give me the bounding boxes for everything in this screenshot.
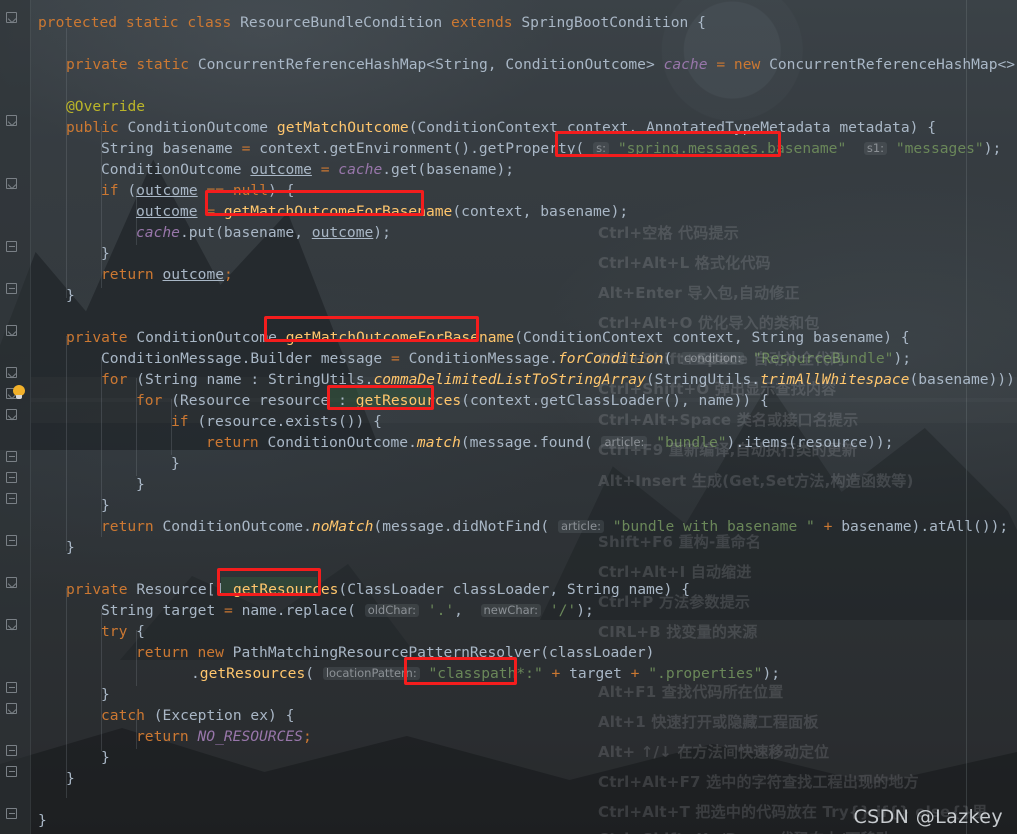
shortcut-hint-line: Ctrl+空格 代码提示 <box>598 224 739 242</box>
code-line[interactable]: } <box>66 535 75 561</box>
code-line[interactable]: } <box>38 808 47 834</box>
code-line[interactable]: return NO_RESOURCES; <box>136 724 312 750</box>
shortcut-hint-line: Ctrl+Shift+Space 自动补全代码 <box>598 350 845 368</box>
code-line[interactable]: } <box>66 766 75 792</box>
shortcut-hint-line: Ctrl+P 方法参数提示 <box>598 593 751 611</box>
code-line[interactable]: protected static class ResourceBundleCon… <box>38 10 706 36</box>
code-line[interactable]: return outcome; <box>101 262 233 288</box>
code-line[interactable]: cache.put(basename, outcome); <box>136 220 391 246</box>
shortcut-hint-line: Ctrl+Alt+Space 类名或接口名提示 <box>598 411 859 429</box>
csdn-watermark: CSDN @Lazkey <box>853 806 1003 828</box>
code-text-layer[interactable]: protected static class ResourceBundleCon… <box>0 0 1017 834</box>
shortcut-hint-line: Ctrl+Alt+L 格式化代码 <box>598 254 771 272</box>
shortcut-hint-line: Alt+Insert 生成(Get,Set方法,构造函数等) <box>598 472 914 490</box>
shortcut-hint-line: Ctrl+F9 重新编译,自动执行类的更新 <box>598 441 858 459</box>
code-line[interactable]: String target = name.replace( oldChar: '… <box>101 598 594 624</box>
code-line[interactable]: return ConditionOutcome.noMatch(message.… <box>101 514 1008 540</box>
ide-editor-screenshot: protected static class ResourceBundleCon… <box>0 0 1017 834</box>
shortcut-hint-line: Alt+ ↑/↓ 在方法间快速移动定位 <box>598 743 830 761</box>
shortcut-hint-line: Shift+F6 重构-重命名 <box>598 533 762 551</box>
code-line[interactable]: } <box>136 472 145 498</box>
shortcut-hint-line: Alt+F1 查找代码所在位置 <box>598 683 784 701</box>
code-line[interactable]: } <box>171 451 180 477</box>
shortcut-hint-line: Alt+1 快速打开或隐藏工程面板 <box>598 713 819 731</box>
code-line[interactable]: } <box>66 283 75 309</box>
shortcut-hint-line: Ctrl+Shift+O 弹出显示查找内容 <box>598 380 837 398</box>
shortcut-hint-line: Ctrl+Alt+F7 选中的字符查找工程出现的地方 <box>598 773 919 791</box>
code-line[interactable]: } <box>101 745 110 771</box>
shortcut-hint-line: CIRL+B 找变量的来源 <box>598 623 758 641</box>
shortcut-hint-line: Ctrl+Shift+Up/Down 代码向上/下移动 <box>598 828 891 834</box>
code-line[interactable]: private static ConcurrentReferenceHashMa… <box>66 52 1017 78</box>
shortcut-hint-line: Ctrl+Alt+O 优化导入的类和包 <box>598 314 820 332</box>
shortcut-hint-line: Alt+Enter 导入包,自动修正 <box>598 284 800 302</box>
shortcut-hint-line: Ctrl+Alt+I 自动缩进 <box>598 563 752 581</box>
